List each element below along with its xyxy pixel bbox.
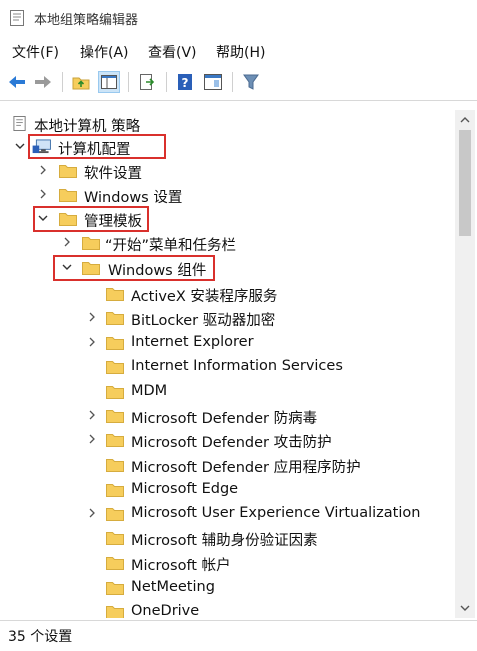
tree-node-label: ActiveX 安装程序服务 [131, 289, 278, 305]
policy-editor-icon [10, 10, 24, 26]
tree-node-component[interactable]: Microsoft Defender 应用程序防护 [2, 453, 454, 477]
tree-node-label: Microsoft Defender 攻击防护 [131, 435, 332, 451]
tree-node-label: 本地计算机 策略 [34, 119, 141, 135]
chevron-right-icon[interactable] [37, 164, 49, 176]
folder-icon [106, 312, 124, 325]
chevron-right-icon[interactable] [61, 236, 73, 248]
folder-icon [59, 189, 77, 202]
vertical-scrollbar[interactable] [455, 110, 475, 618]
folder-icon [106, 288, 124, 301]
tree-node-component[interactable]: MDM [2, 380, 454, 404]
chevron-right-icon[interactable] [86, 433, 98, 445]
tree-node-component[interactable]: NetMeeting [2, 576, 454, 600]
tree-node-component[interactable]: Microsoft 帐户 [2, 551, 454, 575]
tree-node-start-menu[interactable]: “开始”菜单和任务栏 [2, 231, 454, 255]
chevron-right-icon[interactable] [37, 188, 49, 200]
menu-file[interactable]: 文件(F) [12, 42, 59, 62]
tree-node-component[interactable]: OneDrive [2, 600, 454, 618]
tree-node-label: NetMeeting [131, 579, 215, 595]
folder-icon [106, 361, 124, 374]
window-title: 本地组策略编辑器 [34, 13, 139, 28]
tree-node-component[interactable]: Microsoft User Experience Virtualization [2, 502, 454, 526]
folder-icon [106, 337, 124, 350]
tree-node-label: Microsoft 辅助身份验证因素 [131, 533, 318, 549]
chevron-right-icon[interactable] [86, 409, 98, 421]
status-bar: 35 个设置 [0, 620, 477, 651]
tree-node-label: MDM [131, 383, 168, 399]
tree-node-component[interactable]: Internet Information Services [2, 355, 454, 379]
toolbar: ? [0, 66, 477, 101]
toolbar-separator [232, 72, 233, 92]
chevron-right-icon[interactable] [86, 311, 98, 323]
folder-icon [106, 386, 124, 399]
tree-node-label: Windows 设置 [84, 190, 183, 206]
tree-node-windows-settings[interactable]: Windows 设置 [2, 183, 454, 207]
tree-node-software-settings[interactable]: 软件设置 [2, 159, 454, 183]
highlight-box-computer-config [28, 134, 166, 159]
up-folder-icon[interactable] [70, 71, 92, 93]
scrollbar-thumb[interactable] [459, 130, 471, 236]
menu-view[interactable]: 查看(V) [148, 42, 197, 62]
folder-icon [106, 484, 124, 497]
tree-node-component[interactable]: Microsoft Edge [2, 478, 454, 502]
folder-icon [106, 434, 124, 447]
toolbar-separator [128, 72, 129, 92]
chevron-down-icon[interactable] [14, 140, 26, 152]
scroll-up-icon[interactable] [459, 114, 471, 126]
folder-icon [106, 410, 124, 423]
tree-node-label: Microsoft Defender 应用程序防护 [131, 460, 361, 476]
forward-arrow-icon[interactable] [32, 71, 54, 93]
folder-icon [106, 557, 124, 570]
tree-node-root[interactable]: 本地计算机 策略 [2, 112, 454, 136]
status-text: 35 个设置 [8, 629, 73, 645]
help-icon[interactable]: ? [174, 71, 196, 93]
filter-icon[interactable] [240, 71, 262, 93]
tree-node-label: 软件设置 [84, 166, 142, 182]
show-hide-tree-icon[interactable] [98, 71, 120, 93]
tree-node-component[interactable]: Microsoft 辅助身份验证因素 [2, 526, 454, 550]
tree-node-label: Microsoft User Experience Virtualization [131, 505, 421, 521]
tree-node-label: OneDrive [131, 603, 200, 618]
menu-bar: 文件(F) 操作(A) 查看(V) 帮助(H) [0, 38, 477, 64]
tree-view[interactable]: 本地计算机 策略 计算机配置 软件设置 Windows 设置 管理模板 “开始”… [2, 104, 454, 618]
policy-document-icon [13, 116, 26, 131]
folder-icon [106, 459, 124, 472]
svg-text:?: ? [182, 76, 189, 90]
tree-node-label: Microsoft 帐户 [131, 558, 231, 574]
tree-node-label: Microsoft Edge [131, 481, 239, 497]
tree-node-component[interactable]: ActiveX 安装程序服务 [2, 282, 454, 306]
menu-action[interactable]: 操作(A) [80, 42, 129, 62]
properties-icon[interactable] [202, 71, 224, 93]
tree-node-component[interactable]: Microsoft Defender 防病毒 [2, 404, 454, 428]
back-arrow-icon[interactable] [6, 71, 28, 93]
toolbar-separator [166, 72, 167, 92]
highlight-box-windows-components [53, 255, 215, 281]
folder-icon [59, 165, 77, 178]
tree-node-component[interactable]: Microsoft Defender 攻击防护 [2, 428, 454, 452]
tree-node-component[interactable]: Internet Explorer [2, 331, 454, 355]
export-list-icon[interactable] [136, 71, 158, 93]
folder-icon [106, 508, 124, 521]
chevron-right-icon[interactable] [86, 336, 98, 348]
folder-icon [82, 237, 100, 250]
scroll-down-icon[interactable] [459, 602, 471, 614]
folder-icon [106, 606, 124, 618]
highlight-box-admin-templates [33, 206, 149, 232]
toolbar-separator [62, 72, 63, 92]
tree-node-label: BitLocker 驱动器加密 [131, 313, 276, 329]
tree-node-label: “开始”菜单和任务栏 [105, 238, 237, 254]
folder-icon [106, 532, 124, 545]
tree-node-label: Internet Explorer [131, 334, 254, 350]
title-bar: 本地组策略编辑器 [0, 0, 477, 36]
tree-node-label: Internet Information Services [131, 358, 343, 374]
tree-node-component[interactable]: BitLocker 驱动器加密 [2, 306, 454, 330]
tree-node-label: Microsoft Defender 防病毒 [131, 411, 318, 427]
folder-icon [106, 582, 124, 595]
menu-help[interactable]: 帮助(H) [216, 42, 265, 62]
chevron-right-icon[interactable] [86, 507, 98, 519]
